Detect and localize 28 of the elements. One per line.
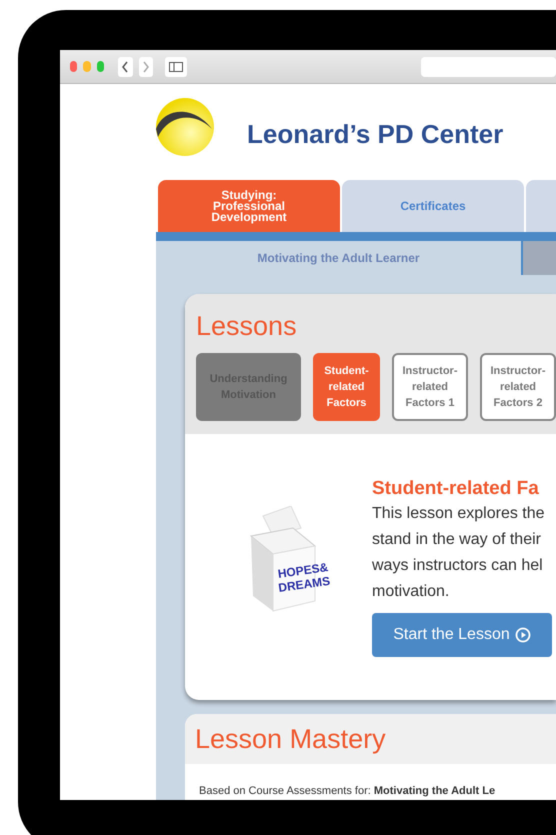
nav-tab[interactable]: Studying: Professional Development xyxy=(158,180,340,232)
nav-tab[interactable]: Certificates xyxy=(342,180,524,232)
lesson-button[interactable]: Instructor- related Factors 2 xyxy=(480,353,556,421)
chevron-left-icon xyxy=(121,60,130,72)
nav-tab[interactable] xyxy=(526,180,556,232)
lesson-heading: Student-related Fa xyxy=(372,478,540,500)
back-button[interactable] xyxy=(118,56,133,76)
chevron-right-icon xyxy=(142,60,150,72)
subnav-tab[interactable]: Motivating the Adult Learner xyxy=(156,241,521,275)
lesson-button[interactable]: Student- related Factors xyxy=(313,353,380,421)
lesson-button[interactable]: Instructor- related Factors 1 xyxy=(392,353,468,421)
subnav-tab[interactable] xyxy=(521,241,556,275)
assessment-note: Based on Course Assessments for: Motivating the Adult Le xyxy=(199,784,496,798)
sidebar-button[interactable] xyxy=(164,56,187,76)
address-field[interactable] xyxy=(420,56,556,76)
close-icon[interactable] xyxy=(70,61,78,72)
lesson-description: This lesson explores the stand in the way of their ways instructors can hel motivation. xyxy=(372,504,546,602)
ballot-box-drawing: HOPES& DREAMS xyxy=(223,506,333,616)
minimize-icon[interactable] xyxy=(83,61,91,72)
site-title: Leonard’s PD Center xyxy=(247,118,504,150)
sidebar-icon xyxy=(168,62,183,72)
section-title: Lesson Mastery xyxy=(195,722,386,756)
section-title: Lessons xyxy=(196,310,298,342)
forward-button[interactable] xyxy=(138,56,153,76)
maximize-icon[interactable] xyxy=(96,61,104,72)
play-circle-icon xyxy=(514,627,531,643)
start-lesson-button[interactable]: Start the Lesson xyxy=(372,613,552,657)
logo-icon xyxy=(154,97,214,157)
